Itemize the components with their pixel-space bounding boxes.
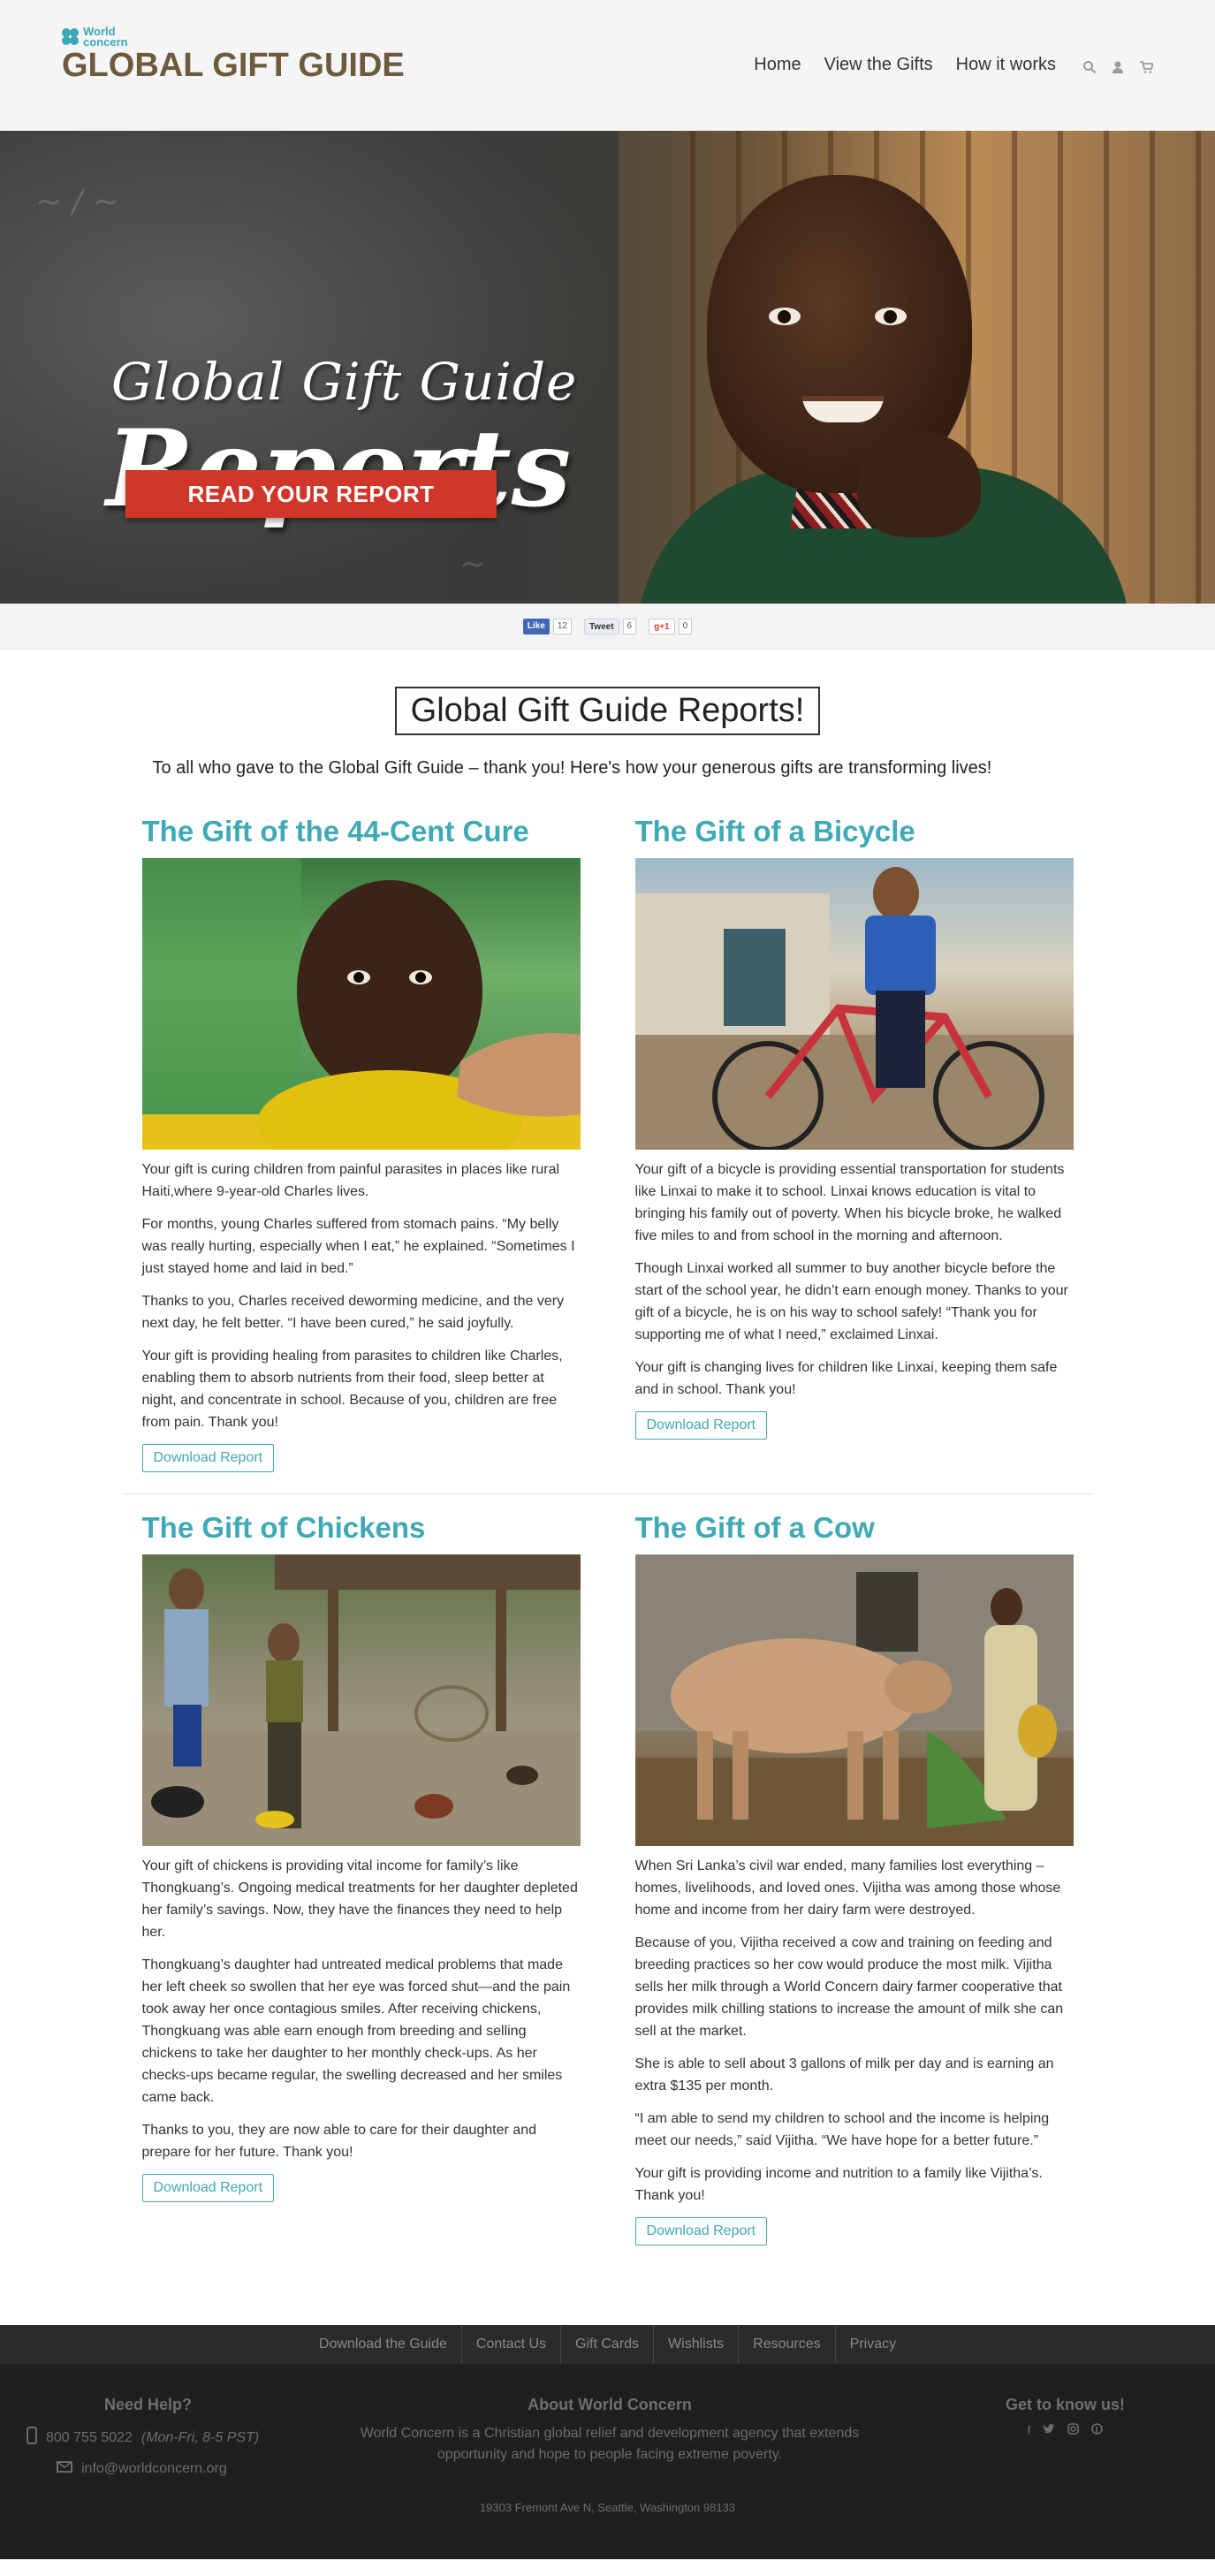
pinterest-icon[interactable]: [1091, 2423, 1104, 2437]
gift-photo-family-chickens: [141, 1554, 581, 1846]
hero-banner: ~ / ~ ~ Global Gift Guide Reports: [0, 131, 1215, 604]
footer-help: Need Help? 800 755 5022 (Mon-Fri, 8-5 PS…: [27, 2396, 259, 2477]
facebook-icon[interactable]: f: [1028, 2423, 1031, 2437]
instagram-icon[interactable]: [1067, 2423, 1080, 2437]
footer-link-wishlists[interactable]: Wishlists: [653, 2325, 738, 2364]
gift-row: The Gift of Chickens Your gift of chicke…: [122, 1510, 1094, 2245]
footer-help-title: Need Help?: [104, 2396, 193, 2413]
gift-paragraph: Thanks to you, they are now able to care…: [141, 2123, 537, 2160]
gift-row: The Gift of the 44-Cent Cure Your gift i…: [122, 814, 1094, 1472]
download-report-button[interactable]: Download Report: [141, 1444, 275, 1472]
footer-about-title: About World Concern: [528, 2396, 692, 2413]
gift-title: The Gift of a Bicycle: [634, 815, 915, 847]
gift-paragraph: She is able to sell about 3 gallons of m…: [634, 2056, 1054, 2093]
header-icons: [1082, 60, 1154, 74]
logo[interactable]: World concern GLOBAL GIFT GUIDE: [62, 26, 405, 84]
gift-title: The Gift of the 44-Cent Cure: [141, 815, 529, 847]
google-plus[interactable]: g+1 0: [649, 618, 693, 635]
facebook-like-button[interactable]: Like: [522, 618, 550, 635]
social-share-bar: Like 12 Tweet 6 g+1 0: [0, 604, 1215, 650]
gift-paragraph: Your gift of chickens is providing vital…: [141, 1858, 578, 1940]
footer-email[interactable]: info@worldconcern.org: [81, 2461, 227, 2477]
footer-nav: Download the Guide Contact Us Gift Cards…: [0, 2325, 1215, 2364]
hero-child-photo: [636, 148, 1131, 604]
hero-title-line1: Global Gift Guide: [111, 352, 578, 412]
gift-paragraph: Thanks to you, Charles received dewormin…: [141, 1294, 565, 1331]
footer-address: 19303 Fremont Ave N, Seattle, Washington…: [479, 2501, 736, 2514]
gift-title: The Gift of Chickens: [141, 1511, 426, 1544]
gift-paragraph: Thongkuang’s daughter had untreated medi…: [141, 1957, 571, 2105]
footer-about: About World Concern World Concern is a C…: [327, 2396, 892, 2466]
site-header: World concern GLOBAL GIFT GUIDE Home Vie…: [0, 0, 1215, 131]
page-title: Global Gift Guide Reports!: [394, 687, 821, 735]
footer-link-contact[interactable]: Contact Us: [460, 2325, 560, 2364]
gift-card-chickens: The Gift of Chickens Your gift of chicke…: [141, 1510, 581, 2245]
facebook-like-count: 12: [552, 618, 572, 635]
google-plus-count: 0: [678, 618, 693, 635]
gift-paragraph: Because of you, Vijitha received a cow a…: [634, 1935, 1064, 2039]
footer-social-title: Get to know us!: [1006, 2396, 1125, 2413]
gift-photo-boy-bicycle: [634, 858, 1074, 1150]
gift-card-bicycle: The Gift of a Bicycle Your gift of a bic…: [634, 814, 1074, 1472]
gift-paragraph: When Sri Lanka’s civil war ended, many f…: [634, 1858, 1061, 1918]
twitter-icon[interactable]: [1043, 2423, 1055, 2437]
gift-paragraph: “I am able to send my children to school…: [634, 2111, 1050, 2148]
search-icon[interactable]: [1082, 60, 1097, 74]
world-concern-mark-icon: [62, 28, 80, 46]
site-footer: Need Help? 800 755 5022 (Mon-Fri, 8-5 PS…: [0, 2364, 1215, 2559]
download-report-button[interactable]: Download Report: [634, 2217, 768, 2245]
read-report-button[interactable]: READ YOUR REPORT: [125, 470, 497, 518]
user-icon[interactable]: [1111, 60, 1125, 74]
footer-about-text: World Concern is a Christian global reli…: [360, 2426, 860, 2462]
footer-social: Get to know us! f: [1006, 2396, 1125, 2437]
google-plus-button[interactable]: g+1: [649, 618, 675, 635]
main-content: Global Gift Guide Reports! To all who ga…: [0, 650, 1215, 2245]
gift-card-cure: The Gift of the 44-Cent Cure Your gift i…: [141, 814, 581, 1472]
gift-paragraph: Your gift is curing children from painfu…: [141, 1162, 560, 1199]
nav-how-it-works[interactable]: How it works: [956, 55, 1056, 75]
gift-paragraph: Though Linxai worked all summer to buy a…: [634, 1261, 1068, 1342]
nav-view-gifts[interactable]: View the Gifts: [824, 55, 933, 75]
gift-title: The Gift of a Cow: [634, 1511, 875, 1544]
download-report-button[interactable]: Download Report: [634, 1411, 768, 1440]
gift-photo-woman-cow: [634, 1554, 1074, 1846]
gift-card-cow: The Gift of a Cow When Sri Lanka’s civil…: [634, 1510, 1074, 2245]
logo-main-text: GLOBAL GIFT GUIDE: [62, 47, 405, 84]
email-icon: [57, 2461, 72, 2477]
footer-link-gift-cards[interactable]: Gift Cards: [560, 2325, 653, 2364]
gift-paragraph: Your gift is providing income and nutrit…: [634, 2166, 1043, 2203]
gift-photo-boy-medicine: [141, 858, 581, 1150]
tweet[interactable]: Tweet 6: [583, 618, 637, 635]
gift-paragraph: For months, young Charles suffered from …: [141, 1217, 575, 1276]
main-nav: Home View the Gifts How it works: [754, 55, 1056, 75]
phone-icon: [27, 2427, 37, 2449]
tweet-button[interactable]: Tweet: [583, 618, 619, 635]
footer-phone[interactable]: 800 755 5022: [46, 2430, 133, 2446]
world-concern-logo: World concern: [62, 26, 405, 48]
cart-icon[interactable]: [1139, 60, 1154, 74]
footer-phone-hours: (Mon-Fri, 8-5 PST): [140, 2429, 260, 2445]
gift-paragraph: Your gift is changing lives for children…: [634, 1360, 1058, 1397]
gift-paragraph: Your gift of a bicycle is providing esse…: [634, 1162, 1065, 1243]
gift-paragraph: Your gift is providing healing from para…: [141, 1349, 563, 1430]
facebook-like[interactable]: Like 12: [522, 618, 572, 635]
nav-home[interactable]: Home: [754, 55, 801, 75]
footer-link-resources[interactable]: Resources: [738, 2325, 834, 2364]
footer-link-download-guide[interactable]: Download the Guide: [305, 2325, 461, 2364]
row-divider: [121, 1493, 1094, 1494]
intro-text: To all who gave to the Global Gift Guide…: [152, 758, 992, 778]
download-report-button[interactable]: Download Report: [141, 2174, 275, 2202]
tweet-count: 6: [622, 618, 637, 635]
footer-link-privacy[interactable]: Privacy: [834, 2325, 910, 2364]
